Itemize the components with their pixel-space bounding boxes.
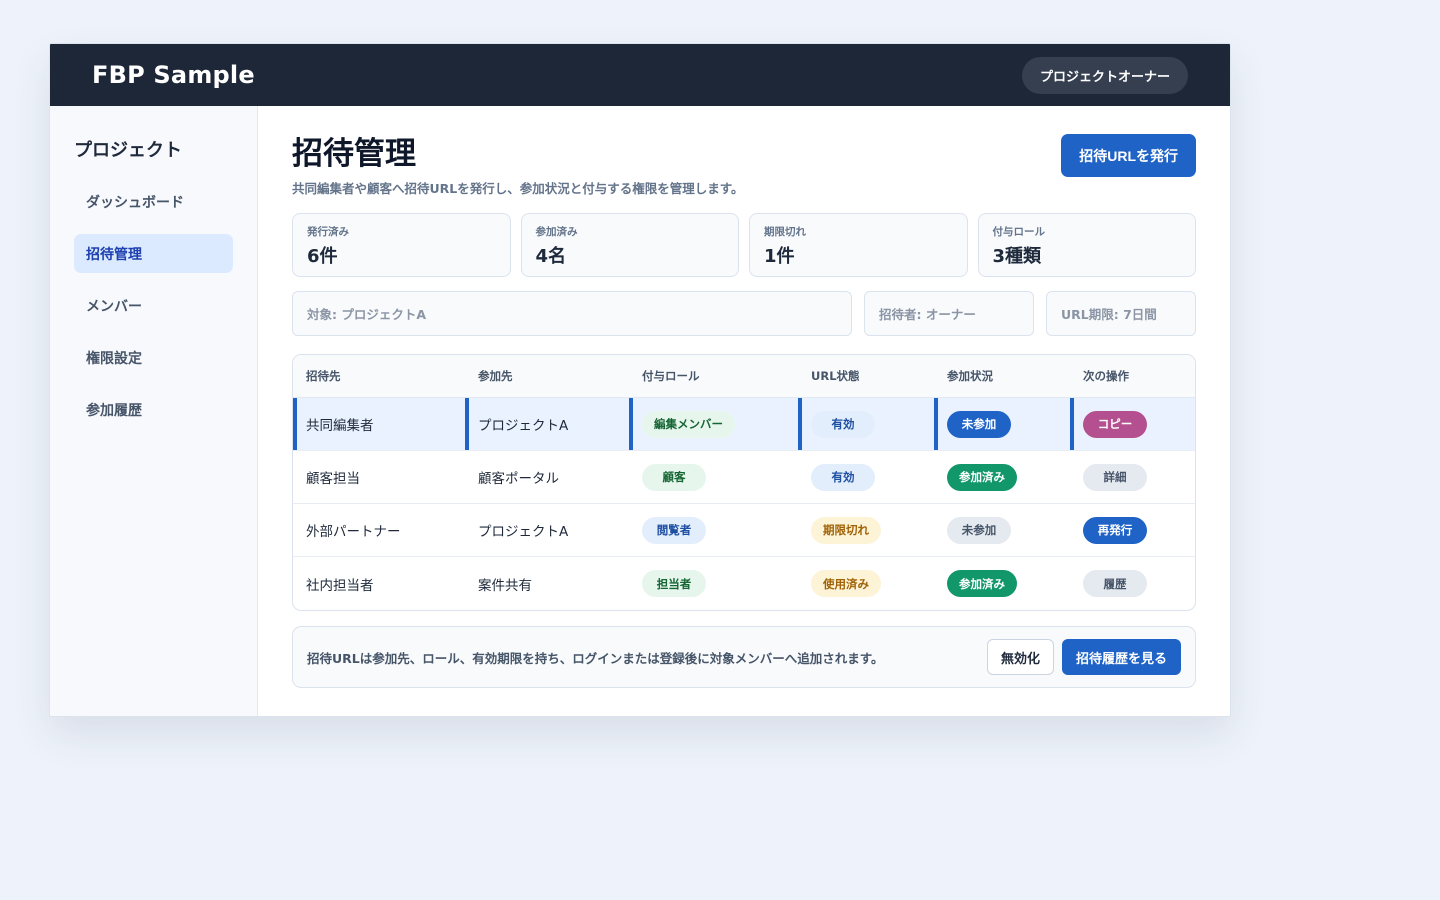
column-header-next-action: 次の操作 [1083,369,1129,383]
stat-label: 期限切れ [764,226,806,238]
footer-bar: 招待URLは参加先、ロール、有効期限を持ち、ログインまたは登録後に対象メンバーへ… [292,626,1196,688]
stat-value: 1件 [764,246,795,267]
inviter-filter-field[interactable]: 招待者: オーナー [864,291,1034,336]
stats-row: 発行済み 6件 参加済み 4名 期限切れ 1件 付与ロール 3種類 [292,213,1196,277]
destination-cell: プロジェクトA [465,398,629,450]
main-content: 招待管理 共同編集者や顧客へ招待URLを発行し、参加状況と付与する権限を管理しま… [258,106,1230,716]
invitee-cell: 社内担当者 [306,577,374,594]
stat-label: 参加済み [535,226,578,238]
invitee-cell: 顧客担当 [306,471,360,487]
issue-invite-url-button[interactable]: 招待URLを発行 [1061,134,1196,177]
page-description: 共同編集者や顧客へ招待URLを発行し、参加状況と付与する権限を管理します。 [292,181,744,196]
action-cell: 再発行 [1070,504,1195,556]
stat-value: 4名 [535,246,567,267]
reissue-button[interactable]: 再発行 [1083,516,1147,544]
column-header-invitee: 招待先 [306,369,341,383]
column-header-destination: 参加先 [478,369,513,383]
user-role-menu[interactable]: プロジェクトオーナー [1021,56,1188,94]
destination-cell: 顧客ポータル [478,471,559,487]
url-status-cell: 有効 [798,398,934,450]
role-badge: 閲覧者 [642,516,706,544]
url-status-badge: 期限切れ [811,516,881,544]
table-row[interactable]: 外部パートナー プロジェクトA 閲覧者 期限切れ 未参加 再発行 [293,504,1195,557]
history-button[interactable]: 履歴 [1083,570,1147,597]
role-cell: 閲覧者 [629,504,798,556]
invitations-table: 招待先 参加先 付与ロール URL状態 参加状況 次の操作 共同編集者 プロジェ… [292,354,1196,611]
table-row[interactable]: 顧客担当 顧客ポータル 顧客 有効 参加済み 詳細 [293,451,1195,504]
action-cell: 履歴 [1070,557,1195,610]
role-cell: 担当者 [629,557,798,610]
action-cell: コピー [1070,398,1195,450]
column-header-url-status: URL状態 [811,369,860,383]
url-status-badge: 使用済み [811,570,881,597]
filter-row: 対象: プロジェクトA 招待者: オーナー URL期限: 7日間 [292,291,1196,336]
role-badge: 担当者 [642,570,706,597]
brand-logo: FBP Sample [92,61,255,89]
disable-button[interactable]: 無効化 [986,639,1054,675]
url-status-cell: 期限切れ [798,504,934,556]
copy-button[interactable]: コピー [1083,410,1147,438]
participation-cell: 未参加 [934,398,1070,450]
stat-label: 発行済み [307,226,349,238]
invitee-cell: 共同編集者 [293,398,465,450]
role-cell: 編集メンバー [629,398,798,450]
participation-badge: 未参加 [947,410,1011,438]
url-expiry-filter-field[interactable]: URL期限: 7日間 [1046,291,1196,336]
target-filter-field[interactable]: 対象: プロジェクトA [292,291,852,336]
table-row[interactable]: 共同編集者 プロジェクトA 編集メンバー 有効 未参加 コピー [293,398,1195,451]
invitee-cell: 外部パートナー [306,524,401,540]
url-status-badge: 有効 [811,463,875,491]
column-header-participation: 参加状況 [947,369,993,383]
url-status-cell: 有効 [798,451,934,503]
details-button[interactable]: 詳細 [1083,463,1147,491]
stat-card-expired: 期限切れ 1件 [749,213,968,277]
action-cell: 詳細 [1070,451,1195,503]
table-row[interactable]: 社内担当者 案件共有 担当者 使用済み 参加済み 履歴 [293,557,1195,610]
sidebar-item-invitations[interactable]: 招待管理 [74,234,233,273]
sidebar-item-permissions[interactable]: 権限設定 [74,338,233,377]
top-bar: FBP Sample プロジェクトオーナー [50,44,1230,106]
stat-card-roles: 付与ロール 3種類 [977,213,1196,277]
sidebar-item-history[interactable]: 参加履歴 [74,390,233,429]
page-title: 招待管理 [292,136,416,172]
body-area: プロジェクト ダッシュボード 招待管理 メンバー 権限設定 参加履歴 招待管理 … [50,106,1230,716]
footer-note: 招待URLは参加先、ロール、有効期限を持ち、ログインまたは登録後に対象メンバーへ… [307,650,884,666]
stat-label: 付与ロール [992,226,1046,238]
app-window: FBP Sample プロジェクトオーナー プロジェクト ダッシュボード 招待管… [49,43,1231,717]
participation-badge: 参加済み [947,570,1017,597]
footer-actions: 無効化 招待履歴を見る [986,639,1181,675]
role-badge: 編集メンバー [642,410,735,438]
view-invite-history-button[interactable]: 招待履歴を見る [1061,639,1181,675]
role-badge: 顧客 [642,463,706,491]
participation-cell: 参加済み [934,451,1070,503]
column-header-role: 付与ロール [642,369,700,383]
sidebar-item-dashboard[interactable]: ダッシュボード [74,182,233,221]
role-cell: 顧客 [629,451,798,503]
destination-cell: プロジェクトA [478,524,569,540]
stat-card-issued: 発行済み 6件 [292,213,511,277]
participation-cell: 未参加 [934,504,1070,556]
stat-value: 3種類 [992,246,1042,267]
participation-badge: 未参加 [947,516,1011,544]
participation-badge: 参加済み [947,463,1017,491]
stat-card-joined: 参加済み 4名 [520,213,739,277]
url-status-cell: 使用済み [798,557,934,610]
stat-value: 6件 [307,246,338,267]
sidebar-title: プロジェクト [74,140,182,161]
destination-cell: 案件共有 [478,577,532,594]
participation-cell: 参加済み [934,557,1070,610]
page-header: 招待管理 共同編集者や顧客へ招待URLを発行し、参加状況と付与する権限を管理しま… [292,134,1196,197]
sidebar-item-members[interactable]: メンバー [74,286,233,325]
table-header: 招待先 参加先 付与ロール URL状態 参加状況 次の操作 [293,355,1195,398]
url-status-badge: 有効 [811,410,875,438]
sidebar: プロジェクト ダッシュボード 招待管理 メンバー 権限設定 参加履歴 [50,106,258,716]
